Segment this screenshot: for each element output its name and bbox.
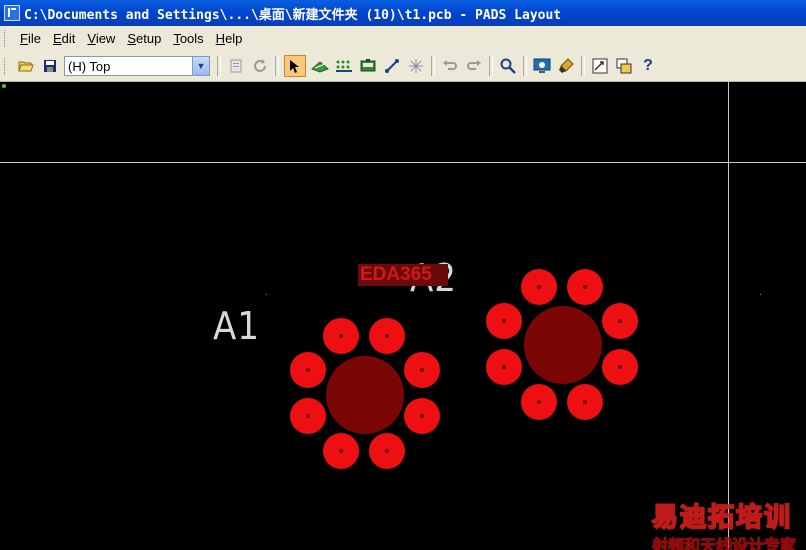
clean-icon[interactable] (556, 56, 576, 76)
window-icon[interactable] (614, 56, 634, 76)
grid-point (266, 294, 267, 295)
properties-icon[interactable] (226, 56, 246, 76)
menu-bar: File Edit View Setup Tools Help (0, 26, 806, 52)
site-watermark: 易迪拓培训 射频和天线设计专家 (651, 497, 797, 550)
zoom-icon[interactable] (498, 56, 518, 76)
layer-select[interactable]: (H) Top ▼ (64, 56, 210, 76)
a2-pad[interactable] (486, 349, 522, 385)
a1-center-pad[interactable] (326, 356, 404, 434)
window-title: C:\Documents and Settings\...\桌面\新建文件夹 (… (24, 7, 562, 23)
menu-setup[interactable]: Setup (121, 31, 167, 46)
a1-pad[interactable] (404, 352, 440, 388)
menu-tools[interactable]: Tools (167, 31, 209, 46)
grid-point (760, 294, 761, 295)
a2-pad[interactable] (567, 384, 603, 420)
chevron-down-icon[interactable]: ▼ (192, 57, 209, 75)
bga-icon[interactable] (406, 56, 426, 76)
view-nets-icon[interactable] (532, 56, 552, 76)
a1-pad[interactable] (290, 352, 326, 388)
drafting-icon[interactable] (358, 56, 378, 76)
a1-pad[interactable] (323, 433, 359, 469)
watermark-line1: 易迪拓培训 (651, 502, 793, 534)
window-titlebar: C:\Documents and Settings\...\桌面\新建文件夹 (… (0, 0, 806, 26)
toolbar-separator (431, 56, 435, 76)
toolbar-separator (523, 56, 527, 76)
a2-pad[interactable] (602, 349, 638, 385)
eda365-watermark: EDA365 (358, 264, 448, 286)
pcb-canvas[interactable]: A1 A2 EDA365 易迪拓培训 射频和天线设计专家 (0, 82, 806, 550)
a2-pad[interactable] (567, 269, 603, 305)
a1-pad[interactable] (369, 433, 405, 469)
a1-pad[interactable] (369, 318, 405, 354)
ecp-icon[interactable] (334, 56, 354, 76)
redo-icon[interactable] (464, 56, 484, 76)
watermark-line2: 射频和天线设计专家 (651, 536, 797, 550)
menu-grip[interactable] (4, 30, 8, 47)
a1-pad[interactable] (290, 398, 326, 434)
select-arrow-icon[interactable] (284, 55, 306, 77)
menu-view[interactable]: View (81, 31, 121, 46)
toolbar-separator (489, 56, 493, 76)
toolbar-separator (275, 56, 279, 76)
a2-pad[interactable] (521, 269, 557, 305)
toolbar-grip[interactable] (4, 57, 8, 75)
a2-pad[interactable] (602, 303, 638, 339)
a2-pad[interactable] (521, 384, 557, 420)
a1-pad[interactable] (323, 318, 359, 354)
a2-center-pad[interactable] (524, 306, 602, 384)
pads-app-icon[interactable] (4, 5, 20, 21)
open-icon[interactable] (16, 56, 36, 76)
a1-pad[interactable] (404, 398, 440, 434)
toolbar-separator (217, 56, 221, 76)
save-icon[interactable] (40, 56, 60, 76)
menu-help[interactable]: Help (210, 31, 249, 46)
origin-marker (2, 84, 6, 88)
menu-edit[interactable]: Edit (47, 31, 81, 46)
route-icon[interactable] (382, 56, 402, 76)
layer-select-value: (H) Top (68, 58, 111, 74)
layout-icon[interactable] (590, 56, 610, 76)
board-outline-vertical (728, 82, 729, 550)
a2-pad[interactable] (486, 303, 522, 339)
main-toolbar: (H) Top ▼ ? (0, 51, 806, 82)
board-outline-horizontal (0, 162, 806, 163)
design-toolbar-icon[interactable] (310, 56, 330, 76)
ref-designator-a1[interactable]: A1 (213, 304, 260, 348)
toolbar-separator (581, 56, 585, 76)
menu-file[interactable]: File (14, 31, 47, 46)
undo-icon[interactable] (440, 56, 460, 76)
help-icon[interactable]: ? (638, 56, 658, 76)
refresh-icon[interactable] (250, 56, 270, 76)
